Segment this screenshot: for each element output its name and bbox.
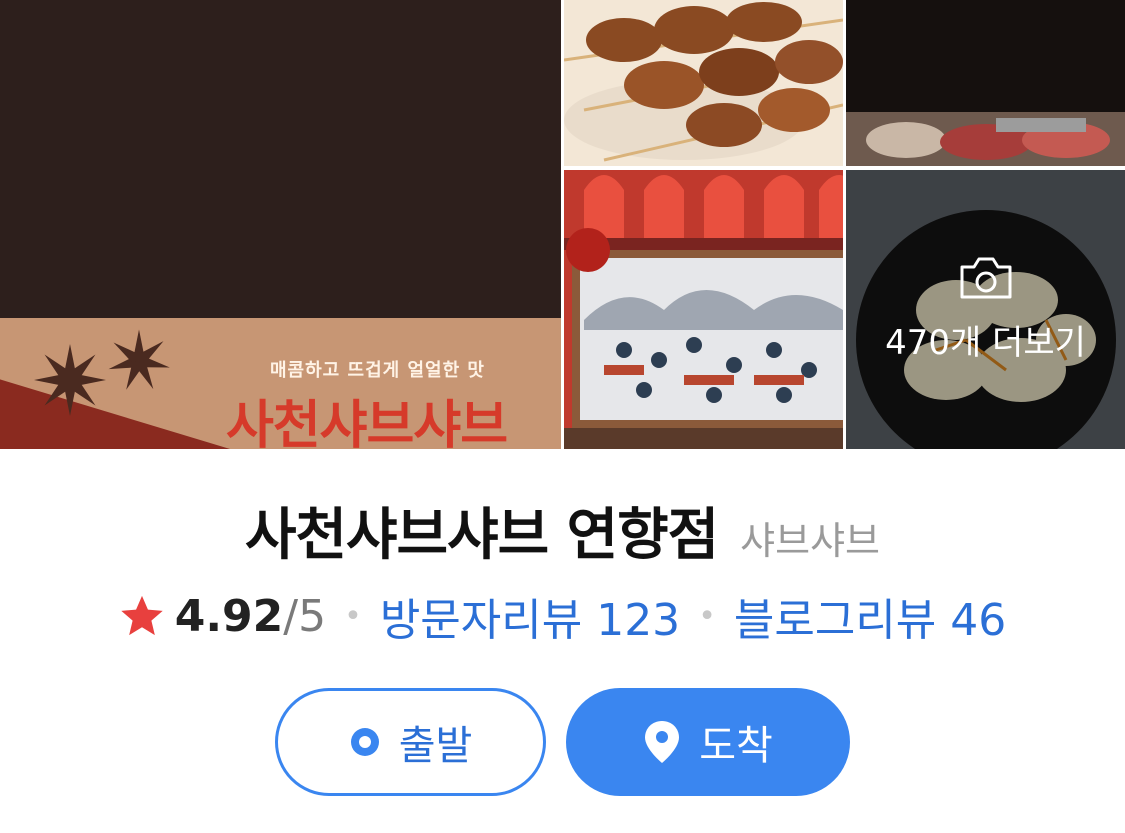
rating-row: 4.92 /5 • 방문자리뷰 123 • 블로그리뷰 46 (0, 584, 1125, 648)
mural-illustration (564, 170, 843, 449)
camera-icon (960, 257, 1011, 299)
food-photo[interactable]: 470개 더보기 (846, 170, 1125, 449)
star-icon (121, 595, 163, 636)
skewer-illustration (564, 0, 843, 166)
table-illustration (846, 0, 1125, 166)
route-buttons: 출발 도착 (0, 688, 1125, 798)
separator-dot: • (698, 598, 716, 634)
arrive-button[interactable]: 도착 (566, 688, 850, 796)
visitor-reviews-link[interactable]: 방문자리뷰 123 (380, 584, 680, 648)
more-photos-overlay[interactable]: 470개 더보기 (846, 170, 1125, 449)
main-photo[interactable]: 매콤하고 뜨겁게 얼얼한 맛 사천샤브샤브 (0, 0, 561, 449)
arrive-button-label: 도착 (699, 723, 773, 769)
origin-dot-icon (350, 728, 379, 756)
place-category: 샤브샤브 (740, 519, 881, 563)
rating-max: /5 (283, 590, 327, 642)
rating-value: 4.92 (174, 590, 284, 642)
poster-brand: 사천샤브샤브 (226, 396, 508, 449)
skewer-photo[interactable] (564, 0, 843, 166)
blog-reviews-link[interactable]: 블로그리뷰 46 (734, 584, 1006, 648)
poster-tagline: 매콤하고 뜨겁게 얼얼한 맛 (270, 360, 485, 381)
more-photos-label: 470개 더보기 (885, 323, 1086, 363)
start-button-label: 출발 (398, 723, 473, 769)
table-photo[interactable] (846, 0, 1125, 166)
start-button[interactable]: 출발 (275, 688, 546, 796)
separator-dot: • (344, 598, 362, 634)
place-title-row: 사천샤브샤브 연향점 샤브샤브 (0, 490, 1125, 571)
photo-gallery: 매콤하고 뜨겁게 얼얼한 맛 사천샤브샤브 470개 더보기 (0, 0, 1125, 449)
place-name: 사천샤브샤브 연향점 (244, 503, 719, 568)
star-anise-icon (108, 329, 170, 390)
location-pin-icon (645, 721, 680, 763)
interior-photo[interactable] (564, 170, 843, 449)
star-anise-icon (34, 344, 106, 416)
